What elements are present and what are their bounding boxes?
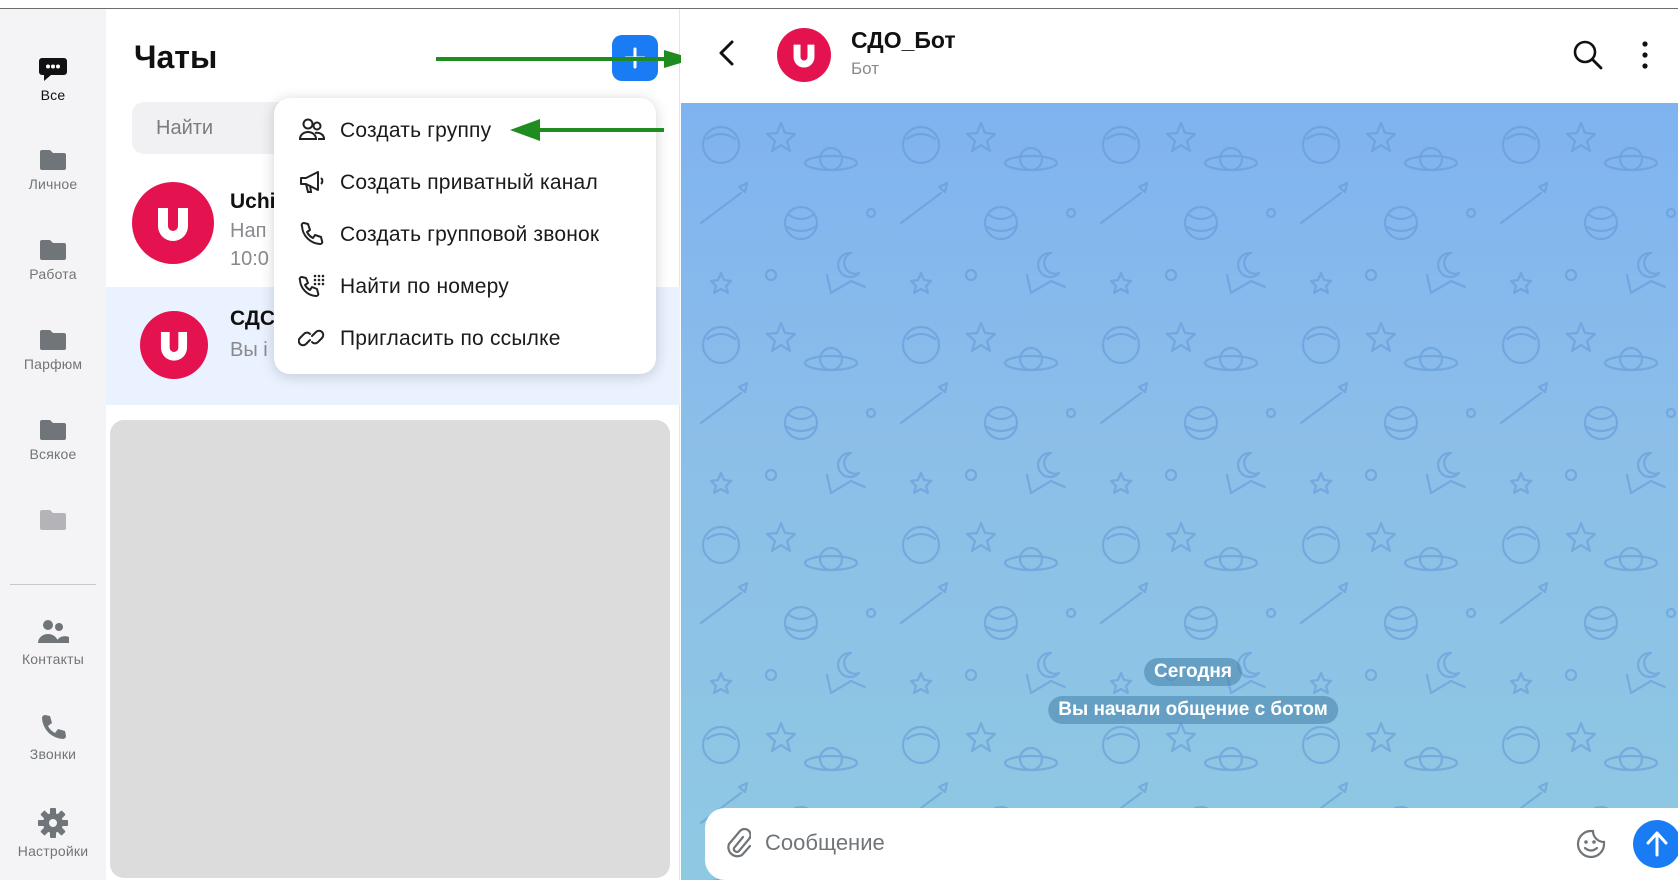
page-title: Чаты: [134, 39, 218, 75]
gear-icon: [38, 808, 68, 838]
menu-item-create-private-channel[interactable]: Создать приватный канал: [274, 159, 656, 205]
sidebar-item-label: Парфюм: [23, 356, 83, 372]
annotation-arrow: [436, 50, 694, 68]
chat-subtitle: Бот: [851, 59, 880, 78]
folder-icon: [40, 510, 66, 530]
sidebar-item-calls[interactable]: Звонки: [0, 712, 106, 762]
wallpaper-pattern: [681, 103, 1678, 880]
chat-name: СДС: [230, 307, 276, 330]
sidebar-item-misc[interactable]: Всякое: [0, 416, 106, 462]
sidebar-item-personal[interactable]: Личное: [0, 146, 106, 192]
menu-item-create-group-call[interactable]: Создать групповой звонок: [274, 211, 656, 257]
uchi-logo-icon: [793, 44, 815, 68]
menu-item-label: Создать групповой звонок: [340, 223, 600, 246]
menu-item-find-by-number[interactable]: Найти по номеру: [274, 263, 656, 309]
folder-icon: [40, 330, 66, 350]
phone-icon: [300, 222, 324, 245]
link-icon: [298, 329, 325, 347]
folder-icon: [40, 420, 66, 440]
menu-item-invite-by-link[interactable]: Пригласить по ссылке: [274, 315, 656, 361]
sticker-icon[interactable]: [1575, 828, 1607, 860]
sidebar-item-contacts[interactable]: Контакты: [0, 617, 106, 667]
contacts-icon: [38, 620, 69, 643]
sidebar-item-all[interactable]: Все: [0, 53, 106, 103]
folder-icon: [40, 150, 66, 170]
dialpad-icon: [298, 274, 325, 297]
sidebar-item-label: Работа: [29, 266, 77, 282]
sidebar-item-work[interactable]: Работа: [0, 236, 106, 282]
chat-wallpaper: Сегодня Вы начали общение с ботом Сообще…: [681, 103, 1678, 880]
chat-title[interactable]: СДО_Бот: [851, 27, 956, 54]
avatar: [132, 182, 214, 264]
date-separator: Сегодня: [1144, 658, 1242, 686]
chat-time: 10:0: [230, 248, 269, 270]
sidebar-item-label: Контакты: [21, 651, 85, 667]
chat-preview: Нап: [230, 220, 267, 242]
sidebar-item-label: Всякое: [29, 446, 77, 462]
search-icon[interactable]: [1572, 39, 1604, 71]
arrow-up-icon: [1646, 831, 1668, 857]
menu-item-label: Создать приватный канал: [340, 171, 598, 194]
menu-item-label: Создать группу: [340, 119, 492, 142]
megaphone-icon: [300, 171, 324, 193]
send-button[interactable]: [1633, 820, 1678, 868]
annotation-arrow: [510, 119, 664, 141]
menu-item-label: Найти по номеру: [340, 275, 509, 298]
uchi-logo-icon: [158, 208, 188, 241]
search-placeholder: Найти: [156, 117, 214, 139]
chat-preview: Вы і: [230, 339, 268, 361]
chat-header: СДО_Бот Бот: [681, 9, 1678, 103]
service-message: Вы начали общение с ботом: [1048, 696, 1338, 724]
sidebar-item-perfume[interactable]: Парфюм: [0, 326, 106, 372]
message-composer: Сообщение: [705, 808, 1678, 880]
avatar[interactable]: [777, 28, 831, 82]
chat-name: Uchi: [230, 190, 276, 213]
uchi-logo-icon: [160, 331, 188, 361]
folder-sidebar: Все Личное Работа Парфюм Всякое Контакты…: [0, 9, 106, 880]
empty-placeholder-area: [110, 420, 670, 878]
sidebar-item-settings[interactable]: Настройки: [0, 807, 106, 859]
sidebar-item-label: Личное: [28, 176, 78, 192]
back-arrow-icon[interactable]: [717, 39, 737, 67]
menu-item-label: Пригласить по ссылке: [340, 327, 561, 350]
sidebar-item-label: Звонки: [29, 746, 77, 762]
sidebar-item-label: Все: [40, 87, 66, 103]
chat-bubble-icon: [39, 58, 67, 81]
sidebar-divider: [10, 584, 96, 585]
sidebar-item-folder[interactable]: [0, 506, 106, 532]
more-vertical-icon[interactable]: [1640, 39, 1650, 71]
avatar: [140, 311, 208, 379]
group-icon: [298, 118, 325, 140]
message-input[interactable]: Сообщение: [765, 830, 885, 856]
phone-icon: [42, 715, 66, 739]
paperclip-icon[interactable]: [725, 828, 751, 860]
folder-icon: [40, 240, 66, 260]
sidebar-item-label: Настройки: [17, 843, 89, 859]
